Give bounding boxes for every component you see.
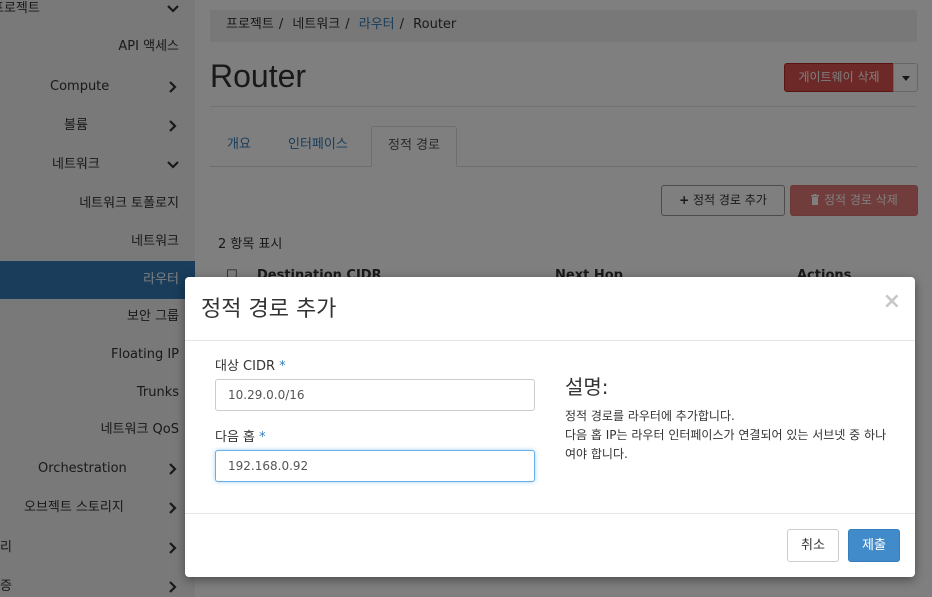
modal-title: 정적 경로 추가 — [201, 297, 337, 322]
next-hop-input[interactable] — [215, 450, 535, 482]
add-static-route-modal: 정적 경로 추가 × 대상 CIDR * 다음 홉 * 설명: 정적 경로를 라… — [185, 277, 915, 577]
description-text: 정적 경로를 라우터에 추가합니다. 다음 홉 IP는 라우터 인터페이스가 연… — [565, 407, 895, 464]
next-hop-label-text: 다음 홉 — [215, 430, 256, 445]
required-asterisk-icon: * — [279, 359, 286, 374]
modal-footer-divider — [185, 513, 915, 514]
next-hop-label: 다음 홉 * — [215, 426, 266, 445]
required-asterisk-icon: * — [259, 430, 266, 445]
destination-cidr-input[interactable] — [215, 379, 535, 411]
description-title: 설명: — [565, 375, 609, 399]
close-icon[interactable]: × — [883, 289, 901, 314]
submit-button[interactable]: 제출 — [848, 529, 900, 562]
destination-cidr-label-text: 대상 CIDR — [215, 359, 276, 374]
description-line-1: 정적 경로를 라우터에 추가합니다. — [565, 409, 735, 423]
description-line-2: 다음 홉 IP는 라우터 인터페이스가 연결되어 있는 서브넷 중 하나여야 합… — [565, 428, 887, 461]
destination-cidr-label: 대상 CIDR * — [215, 355, 286, 374]
cancel-button[interactable]: 취소 — [787, 529, 839, 562]
modal-header: 정적 경로 추가 × — [185, 277, 915, 341]
